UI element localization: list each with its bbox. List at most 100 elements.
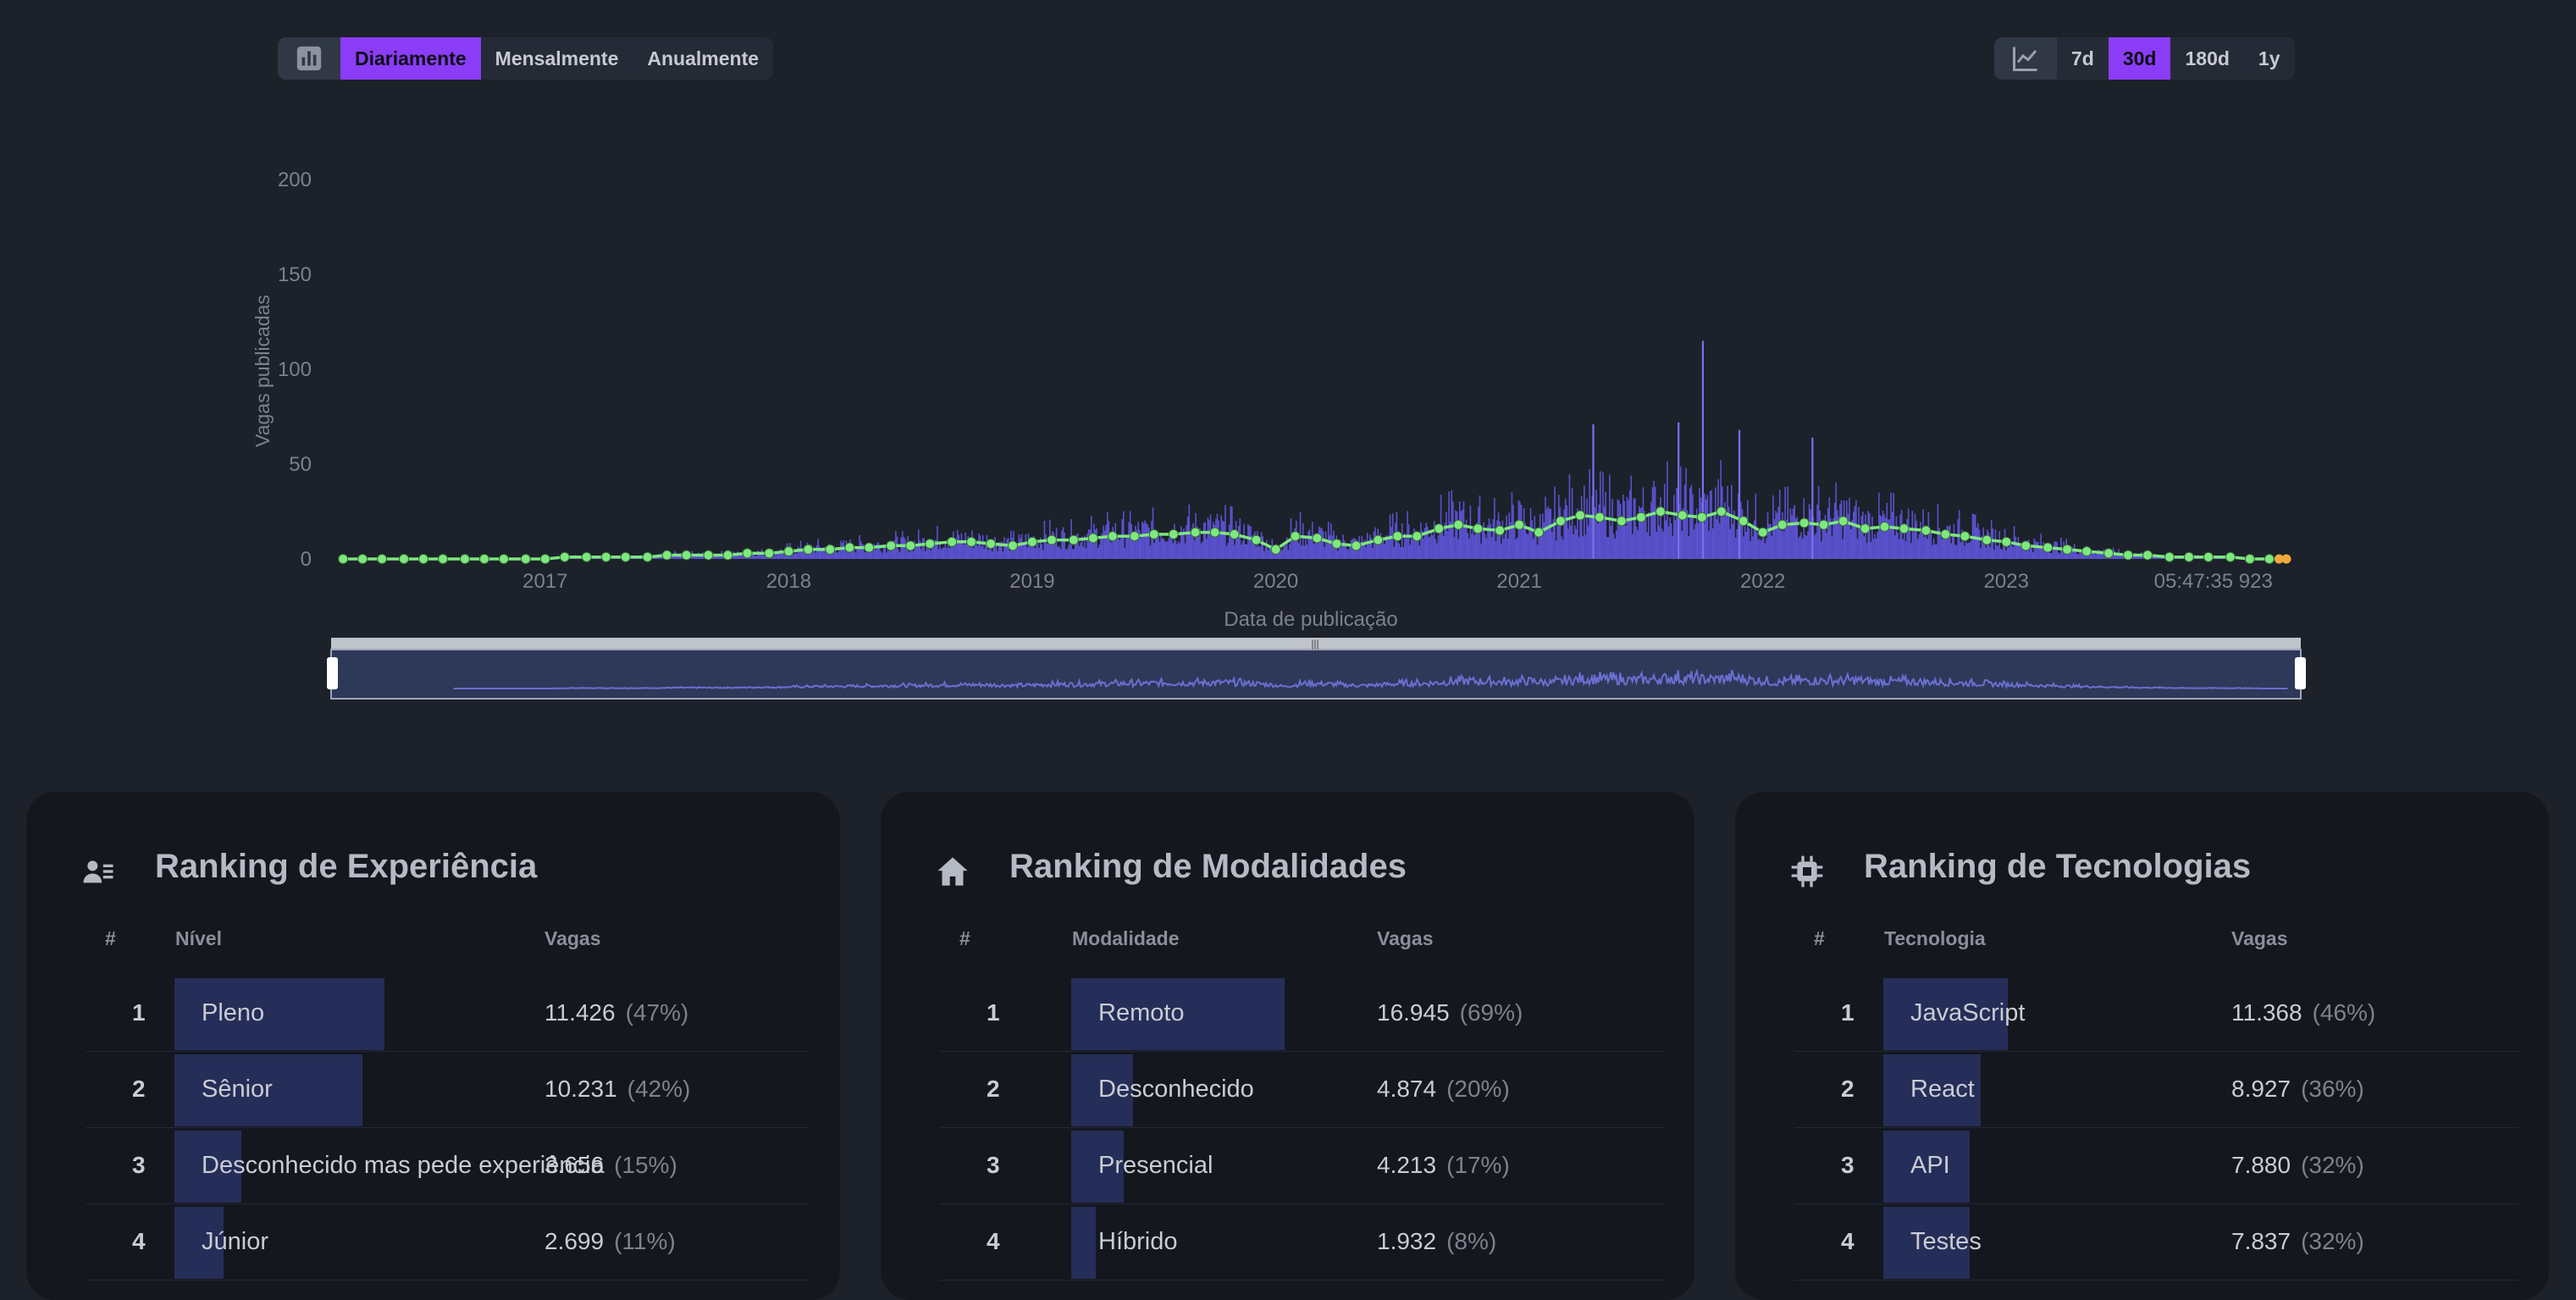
daily-bar	[1174, 523, 1175, 559]
vacancy-percent: (47%)	[626, 999, 689, 1026]
daily-bar	[1860, 528, 1861, 559]
daily-bar	[794, 552, 796, 559]
peak-bar	[1702, 340, 1704, 559]
daily-bar	[2015, 537, 2016, 559]
daily-bar	[815, 552, 816, 559]
daily-bar	[1823, 525, 1825, 559]
moving-average-point	[2002, 537, 2011, 546]
table-row[interactable]: 4 Júnior 2.699(11%)	[86, 1204, 810, 1281]
daily-bar	[1480, 544, 1482, 559]
table-row[interactable]: 1 Remoto 16.945(69%)	[940, 976, 1664, 1052]
daily-bar	[2092, 553, 2093, 559]
daily-bar	[1669, 517, 1671, 559]
daily-bar	[1954, 545, 1956, 559]
daily-bar	[1627, 497, 1628, 559]
daily-bar	[1855, 506, 1856, 559]
table-row[interactable]: 2 React 8.927(36%)	[1794, 1052, 2518, 1128]
daily-bar	[1945, 537, 1947, 559]
moving-average-point	[1838, 517, 1848, 526]
daily-bar	[1401, 523, 1403, 559]
range-slider-left-handle[interactable]	[327, 657, 338, 689]
range-slider-window[interactable]	[331, 650, 2301, 699]
daily-bar	[1097, 548, 1099, 559]
daily-bar	[1434, 539, 1436, 559]
daily-bar	[1710, 491, 1711, 559]
daily-bar	[855, 552, 857, 559]
daily-bar	[1397, 542, 1399, 559]
daily-bar	[1816, 533, 1817, 559]
daily-bar	[1346, 546, 1347, 559]
daily-bar	[987, 550, 989, 559]
daily-bar	[1719, 523, 1721, 559]
daily-bar	[1486, 538, 1488, 559]
daily-bar	[1806, 536, 1808, 559]
daily-bar	[1673, 495, 1675, 559]
daily-bar	[1484, 534, 1486, 559]
daily-bar	[1874, 534, 1876, 559]
daily-bar	[1920, 522, 1921, 559]
daily-bar	[1841, 501, 1843, 559]
moving-average-point	[1454, 520, 1463, 529]
range-slider-grip-icon[interactable]: |||	[1311, 638, 1318, 650]
daily-bar	[1684, 484, 1686, 559]
daily-bar	[1325, 531, 1327, 559]
table-row[interactable]: 2 Desconhecido 4.874(20%)	[940, 1052, 1664, 1128]
range-slider[interactable]: |||	[327, 638, 2306, 699]
vacancies-chart: 050100150200 201720182019202020212022202…	[0, 0, 2576, 728]
daily-bar	[1064, 533, 1065, 559]
daily-bar	[1324, 547, 1325, 559]
daily-bar	[1132, 541, 1134, 559]
rank-number: 1	[987, 999, 1000, 1026]
table-row[interactable]: 3 Desconhecido mas pede experiência 3.65…	[86, 1128, 810, 1204]
daily-bar	[1454, 537, 1456, 559]
moving-average-point	[987, 539, 996, 549]
panel-title: Ranking de Tecnologias	[1864, 848, 2251, 886]
daily-bar	[1835, 483, 1837, 559]
daily-bar	[939, 544, 941, 559]
daily-bar	[1819, 511, 1821, 559]
daily-bar	[1675, 520, 1677, 559]
daily-bar	[1041, 545, 1042, 559]
daily-bar	[1348, 550, 1350, 559]
daily-bar	[1866, 543, 1868, 559]
daily-bar	[1787, 486, 1788, 559]
vacancy-count: 2.699	[544, 1228, 604, 1254]
moving-average-point	[643, 552, 652, 561]
moving-average-point	[743, 549, 752, 558]
daily-bar	[1676, 488, 1678, 559]
daily-bar	[1622, 495, 1624, 559]
daily-bar	[1913, 532, 1915, 559]
moving-average-point	[479, 555, 489, 564]
table-row[interactable]: 2 Sênior 10.231(42%)	[86, 1052, 810, 1128]
row-value: 8.927(36%)	[2231, 1076, 2364, 1103]
daily-bar	[881, 551, 882, 559]
daily-bar	[1621, 522, 1622, 559]
daily-bar	[1873, 539, 1875, 559]
table-row[interactable]: 4 Híbrido 1.932(8%)	[940, 1204, 1664, 1281]
daily-bar	[1072, 549, 1074, 559]
daily-bar	[1777, 512, 1778, 559]
daily-bar	[2051, 553, 2053, 559]
table-row[interactable]: 1 JavaScript 11.368(46%)	[1794, 976, 2518, 1052]
daily-bar	[1065, 550, 1067, 559]
vacancy-count: 4.874	[1377, 1076, 1436, 1102]
daily-bar	[1756, 532, 1758, 559]
daily-bar	[1629, 490, 1631, 559]
daily-bar	[982, 535, 984, 559]
table-row[interactable]: 3 API 7.880(32%)	[1794, 1128, 2518, 1204]
daily-bar	[1578, 537, 1580, 559]
moving-average-point	[1130, 532, 1139, 541]
daily-bar	[1910, 543, 1912, 559]
table-row[interactable]: 1 Pleno 11.426(47%)	[86, 976, 810, 1052]
daily-bar	[923, 538, 925, 559]
daily-bar	[1063, 528, 1064, 559]
daily-bar	[1534, 516, 1536, 559]
daily-bar	[1966, 543, 1968, 559]
daily-bar	[1964, 545, 1965, 559]
table-row[interactable]: 4 Testes 7.837(32%)	[1794, 1204, 2518, 1281]
daily-bar	[1965, 541, 1967, 559]
table-row[interactable]: 3 Presencial 4.213(17%)	[940, 1128, 1664, 1204]
daily-bar	[1556, 540, 1557, 559]
daily-bar	[1495, 541, 1497, 559]
range-slider-right-handle[interactable]	[2295, 657, 2306, 689]
